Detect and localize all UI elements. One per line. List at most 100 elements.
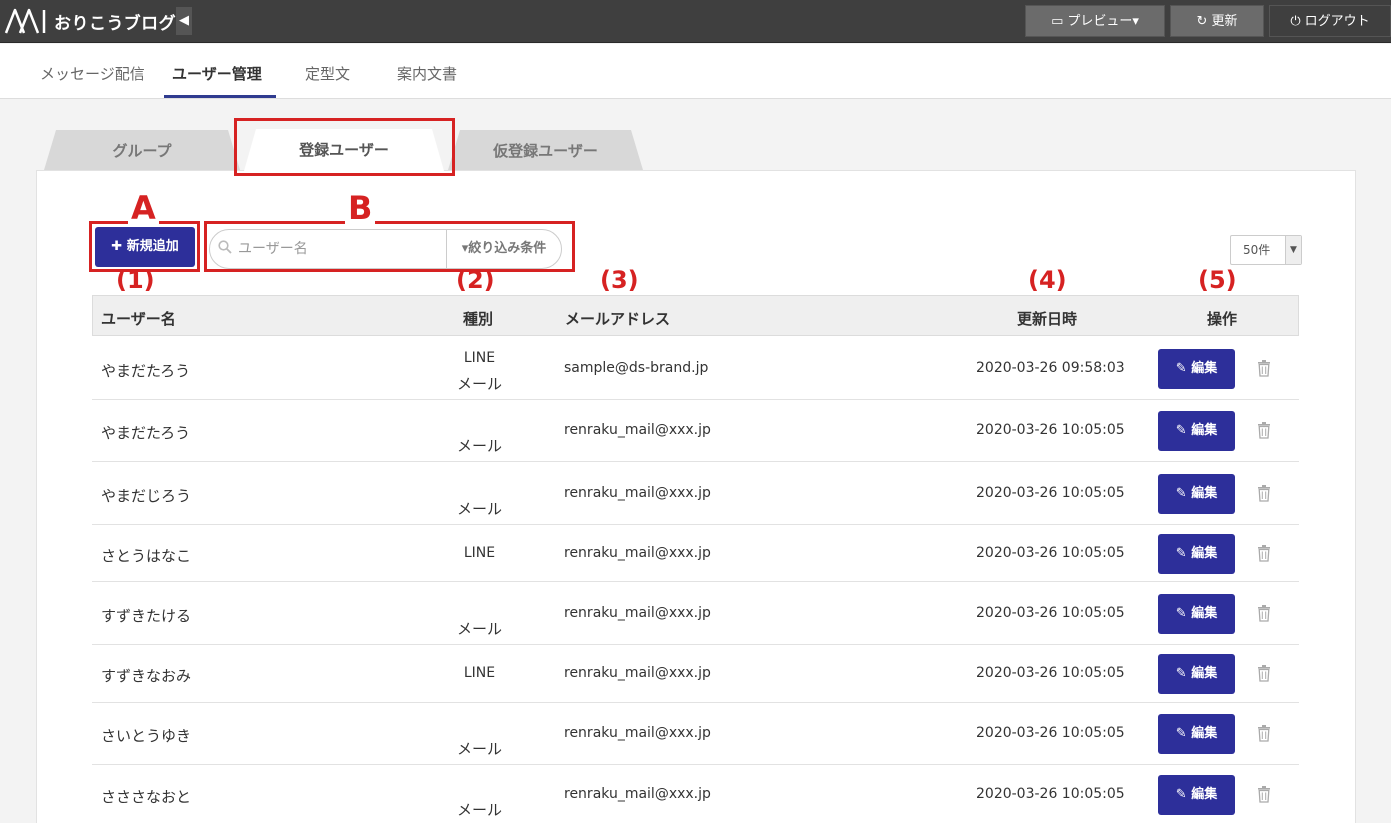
trash-icon[interactable] [1257,422,1271,439]
annotation-label-1: (1) [116,266,155,294]
trash-icon[interactable] [1257,665,1271,682]
table-row: やまだじろう メール renraku_mail@xxx.jp 2020-03-2… [92,462,1299,525]
nav-item-guide-docs[interactable]: 案内文書 [397,63,457,84]
cell-email: sample@ds-brand.jp [564,360,709,376]
sidebar-toggle-button[interactable]: ◀ [176,7,192,35]
cell-type-mail: メール [456,740,502,758]
edit-icon: ✎ [1175,606,1192,621]
preview-label: プレビュー▾ [1067,14,1139,29]
cell-updated: 2020-03-26 10:05:05 [976,786,1125,802]
app-name: おりこうブログ [54,14,177,34]
per-page-value: 50件 [1243,243,1271,257]
table-row: さいとうゆき メール renraku_mail@xxx.jp 2020-03-2… [92,703,1299,765]
table-header: ユーザー名 種別 メールアドレス 更新日時 操作 [92,295,1299,336]
cell-updated: 2020-03-26 09:58:03 [976,360,1125,376]
edit-icon: ✎ [1175,361,1192,376]
edit-button[interactable]: ✎ 編集 [1158,775,1235,815]
edit-label: 編集 [1191,606,1218,621]
nav-item-template[interactable]: 定型文 [305,63,350,84]
cell-email: renraku_mail@xxx.jp [564,545,711,561]
cell-updated: 2020-03-26 10:05:05 [976,725,1125,741]
col-header-updated[interactable]: 更新日時 [1017,308,1077,329]
col-header-email[interactable]: メールアドレス [565,308,670,329]
cell-username: すずきたける [101,607,192,625]
trash-icon[interactable] [1257,786,1271,803]
annotation-label-b: B [345,192,376,224]
trash-icon[interactable] [1257,725,1271,742]
edit-icon: ✎ [1175,787,1192,802]
cell-email: renraku_mail@xxx.jp [564,725,711,741]
refresh-label: 更新 [1211,14,1238,29]
annotation-box-tab [234,118,455,176]
edit-label: 編集 [1191,361,1218,376]
cell-updated: 2020-03-26 10:05:05 [976,665,1125,681]
edit-label: 編集 [1191,726,1218,741]
nav-item-user-management[interactable]: ユーザー管理 [172,63,262,84]
nav-item-message[interactable]: メッセージ配信 [40,63,145,84]
cell-updated: 2020-03-26 10:05:05 [976,485,1125,501]
power-icon: ⏻ [1290,14,1301,29]
annotation-label-5: (5) [1198,266,1237,294]
edit-icon: ✎ [1175,423,1192,438]
edit-button[interactable]: ✎ 編集 [1158,594,1235,634]
cell-updated: 2020-03-26 10:05:05 [976,605,1125,621]
cell-username: さとうはなこ [101,547,192,565]
cell-email: renraku_mail@xxx.jp [564,485,711,501]
cell-username: さささなおと [101,788,192,806]
cell-username: さいとうゆき [101,727,192,745]
top-bar: おりこうブログ ◀ ▭ プレビュー▾ ↻ 更新 ⏻ ログアウト [0,0,1391,43]
preview-button[interactable]: ▭ プレビュー▾ [1025,5,1165,37]
annotation-label-4: (4) [1028,266,1067,294]
table-row: やまだたろう LINE メール sample@ds-brand.jp 2020-… [92,337,1299,400]
col-header-username[interactable]: ユーザー名 [101,308,176,329]
refresh-button[interactable]: ↻ 更新 [1170,5,1264,37]
cell-username: やまだたろう [101,362,191,380]
cell-type-mail: メール [456,375,502,393]
main-nav: メッセージ配信 ユーザー管理 定型文 案内文書 [0,44,1391,99]
cell-type-mail: メール [456,801,502,819]
nav-active-indicator [164,95,276,98]
trash-icon[interactable] [1257,485,1271,502]
logout-button[interactable]: ⏻ ログアウト [1269,5,1391,37]
trash-icon[interactable] [1257,545,1271,562]
edit-icon: ✎ [1175,666,1192,681]
cell-type-line: LINE [463,545,496,561]
edit-icon: ✎ [1175,726,1192,741]
per-page-select[interactable]: 50件 ▼ [1230,235,1302,265]
chevron-down-icon: ▼ [1285,236,1301,264]
table-row: さささなおと メール renraku_mail@xxx.jp 2020-03-2… [92,765,1299,823]
trash-icon[interactable] [1257,360,1271,377]
cell-email: renraku_mail@xxx.jp [564,665,711,681]
col-header-type[interactable]: 種別 [463,308,493,329]
edit-button[interactable]: ✎ 編集 [1158,714,1235,754]
cell-type-line: LINE [463,350,496,366]
edit-button[interactable]: ✎ 編集 [1158,654,1235,694]
logout-label: ログアウト [1304,14,1370,29]
edit-button[interactable]: ✎ 編集 [1158,349,1235,389]
logo-icon [4,8,46,34]
table-row: すずきなおみ LINE renraku_mail@xxx.jp 2020-03-… [92,645,1299,703]
cell-type-mail: メール [456,500,502,518]
table-row: やまだたろう メール renraku_mail@xxx.jp 2020-03-2… [92,400,1299,462]
edit-button[interactable]: ✎ 編集 [1158,411,1235,451]
trash-icon[interactable] [1257,605,1271,622]
cell-type-mail: メール [456,620,502,638]
cell-username: やまだたろう [101,424,191,442]
edit-button[interactable]: ✎ 編集 [1158,474,1235,514]
annotation-box-a [89,221,200,272]
cell-updated: 2020-03-26 10:05:05 [976,422,1125,438]
tab-group[interactable]: グループ [44,130,240,170]
edit-button[interactable]: ✎ 編集 [1158,534,1235,574]
table-row: さとうはなこ LINE renraku_mail@xxx.jp 2020-03-… [92,525,1299,582]
col-header-actions: 操作 [1207,310,1238,328]
edit-label: 編集 [1191,546,1218,561]
tab-temp-users[interactable]: 仮登録ユーザー [448,130,643,170]
cell-username: すずきなおみ [101,667,192,685]
cell-email: renraku_mail@xxx.jp [564,605,711,621]
edit-label: 編集 [1191,423,1218,438]
annotation-label-3: (3) [600,266,639,294]
monitor-icon: ▭ [1051,14,1064,29]
cell-username: やまだじろう [101,487,192,505]
cell-type-line: LINE [463,665,496,681]
edit-label: 編集 [1191,666,1218,681]
